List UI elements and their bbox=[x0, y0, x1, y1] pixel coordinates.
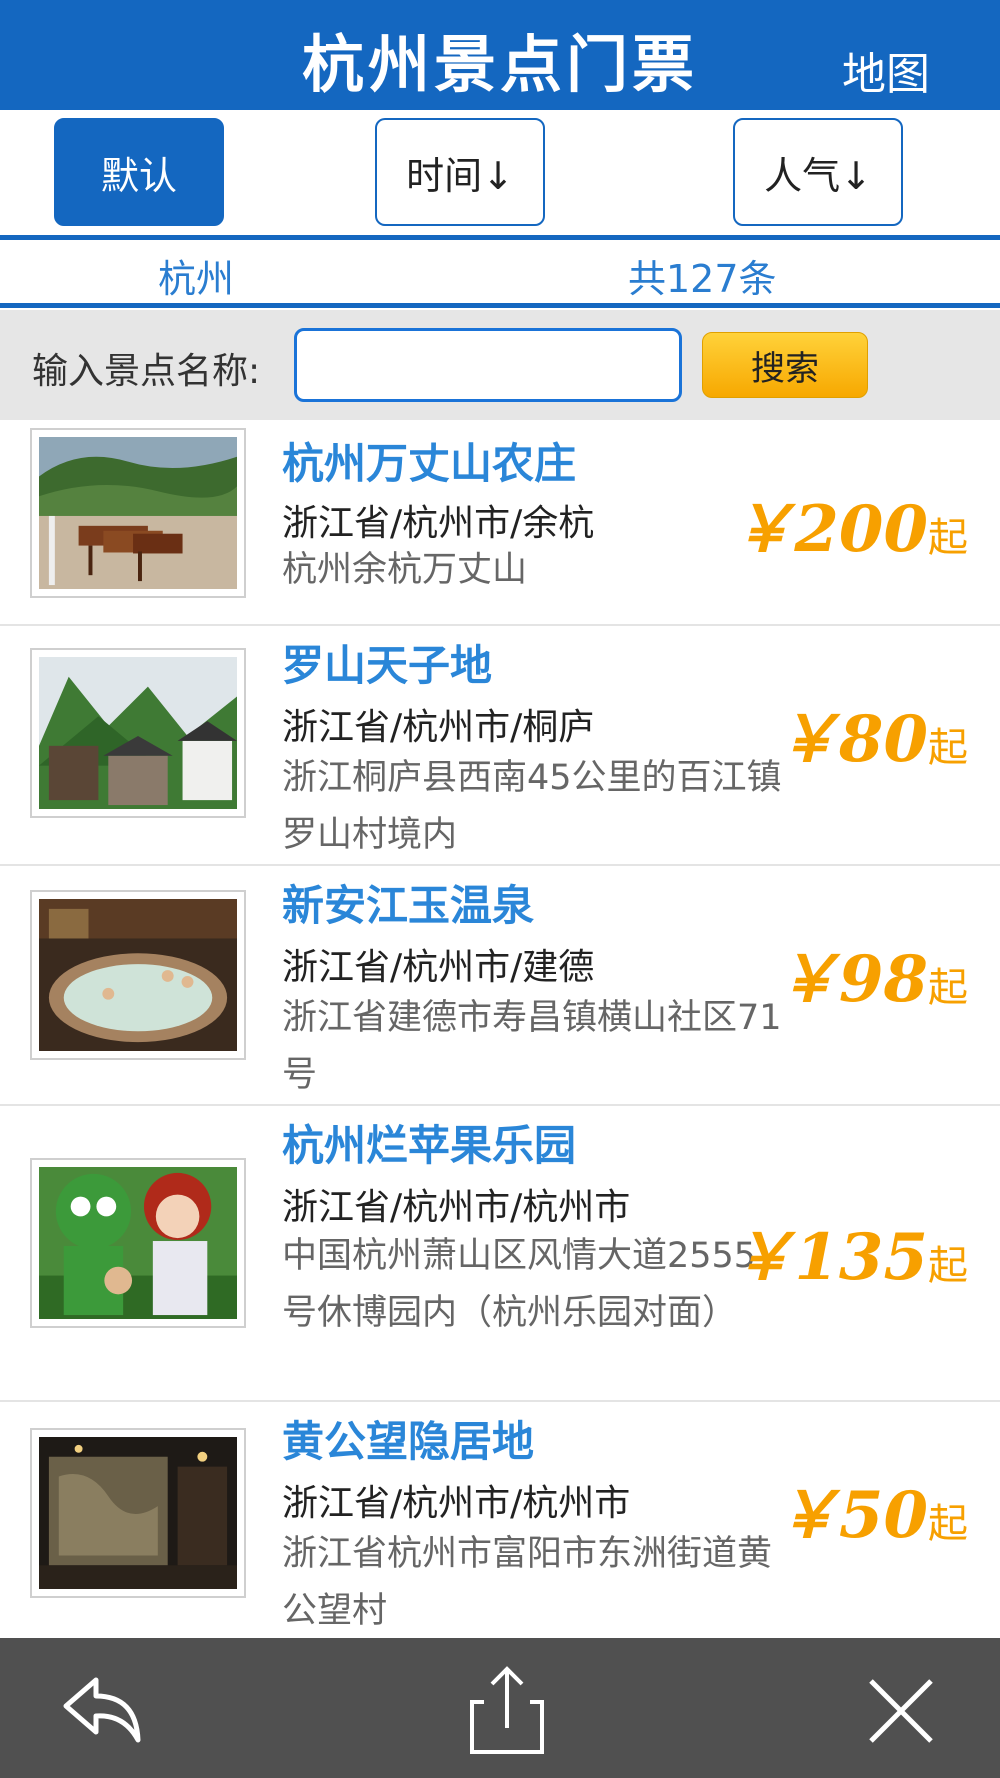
city-label[interactable]: 杭州 bbox=[158, 248, 234, 303]
sort-bar: 默认 时间↓ 人气↓ bbox=[0, 110, 1000, 236]
app-header: 杭州景点门票 地图 bbox=[0, 0, 1000, 110]
bottom-toolbar bbox=[0, 1638, 1000, 1778]
scenic-thumbnail[interactable] bbox=[30, 890, 246, 1060]
sort-time-button[interactable]: 时间↓ bbox=[375, 118, 545, 226]
price-suffix: 起 bbox=[928, 515, 968, 561]
list-item[interactable]: 杭州烂苹果乐园 浙江省/杭州市/杭州市 中国杭州萧山区风情大道2555号休博园内… bbox=[0, 1106, 1000, 1402]
mountain-village-image bbox=[39, 657, 237, 809]
search-button[interactable]: 搜索 bbox=[702, 332, 868, 398]
price-suffix: 起 bbox=[928, 965, 968, 1011]
sort-default-button[interactable]: 默认 bbox=[54, 118, 224, 226]
price-tag: ￥200起 bbox=[730, 478, 968, 570]
scenic-region: 浙江省/杭州市/余杭 bbox=[282, 503, 595, 544]
info-row: 杭州 共127条 bbox=[0, 240, 1000, 302]
price-tag: ￥50起 bbox=[775, 1464, 968, 1556]
scenic-thumbnail[interactable] bbox=[30, 1428, 246, 1598]
scenic-address: 中国杭州萧山区风情大道2555号休博园内（杭州乐园对面） bbox=[282, 1236, 757, 1333]
share-icon[interactable] bbox=[462, 1666, 552, 1756]
scenic-thumbnail[interactable] bbox=[30, 1158, 246, 1328]
scenic-address: 浙江桐庐县西南45公里的百江镇罗山村境内 bbox=[282, 758, 782, 855]
mascots-image bbox=[39, 1167, 237, 1319]
list-item[interactable]: 罗山天子地 浙江省/杭州市/桐庐 浙江桐庐县西南45公里的百江镇罗山村境内 ￥8… bbox=[0, 626, 1000, 866]
hot-spring-image bbox=[39, 899, 237, 1051]
price-tag: ￥98起 bbox=[775, 928, 968, 1020]
list-item[interactable]: 杭州万丈山农庄 浙江省/杭州市/余杭 杭州余杭万丈山 ￥200起 bbox=[0, 420, 1000, 626]
price-amount: ￥98 bbox=[774, 942, 928, 1017]
list-item[interactable]: 新安江玉温泉 浙江省/杭州市/建德 浙江省建德市寿昌镇横山社区71号 ￥98起 bbox=[0, 866, 1000, 1106]
price-suffix: 起 bbox=[928, 1243, 968, 1289]
list-item[interactable]: 黄公望隐居地 浙江省/杭州市/杭州市 浙江省杭州市富阳市东洲街道黄公望村 ￥50… bbox=[0, 1402, 1000, 1638]
scenic-name[interactable]: 杭州烂苹果乐园 bbox=[282, 1112, 576, 1173]
relief-wall-image bbox=[39, 1437, 237, 1589]
scenic-address: 浙江省建德市寿昌镇横山社区71号 bbox=[282, 998, 782, 1095]
price-amount: ￥80 bbox=[774, 702, 928, 777]
price-tag: ￥135起 bbox=[730, 1206, 968, 1298]
result-count: 共127条 bbox=[628, 257, 777, 301]
price-amount: ￥200 bbox=[730, 492, 928, 567]
search-bar: 输入景点名称: 搜索 bbox=[0, 310, 1000, 420]
price-suffix: 起 bbox=[928, 1501, 968, 1547]
price-suffix: 起 bbox=[928, 725, 968, 771]
search-label: 输入景点名称: bbox=[32, 351, 261, 392]
scenic-name[interactable]: 罗山天子地 bbox=[282, 632, 492, 693]
scenic-address: 浙江省杭州市富阳市东洲街道黄公望村 bbox=[282, 1534, 773, 1631]
search-input[interactable] bbox=[294, 328, 682, 402]
scenic-name[interactable]: 新安江玉温泉 bbox=[282, 872, 534, 933]
price-amount: ￥135 bbox=[730, 1220, 928, 1295]
price-tag: ￥80起 bbox=[775, 688, 968, 780]
sort-popularity-button[interactable]: 人气↓ bbox=[733, 118, 903, 226]
scenic-region: 浙江省/杭州市/桐庐 bbox=[282, 707, 595, 748]
scenic-region: 浙江省/杭州市/杭州市 bbox=[282, 1483, 631, 1524]
price-amount: ￥50 bbox=[774, 1478, 928, 1553]
scenic-thumbnail[interactable] bbox=[30, 428, 246, 598]
horses-farm-image bbox=[39, 437, 237, 589]
close-icon[interactable] bbox=[856, 1666, 946, 1756]
scenic-name[interactable]: 黄公望隐居地 bbox=[282, 1408, 534, 1469]
scenic-thumbnail[interactable] bbox=[30, 648, 246, 818]
map-link[interactable]: 地图 bbox=[842, 38, 930, 102]
reply-arrow-icon[interactable] bbox=[58, 1666, 148, 1756]
scenic-address: 杭州余杭万丈山 bbox=[282, 550, 528, 590]
scenic-region: 浙江省/杭州市/杭州市 bbox=[282, 1187, 631, 1228]
divider bbox=[0, 303, 1000, 308]
scenic-name[interactable]: 杭州万丈山农庄 bbox=[282, 430, 576, 491]
scenic-region: 浙江省/杭州市/建德 bbox=[282, 947, 595, 988]
